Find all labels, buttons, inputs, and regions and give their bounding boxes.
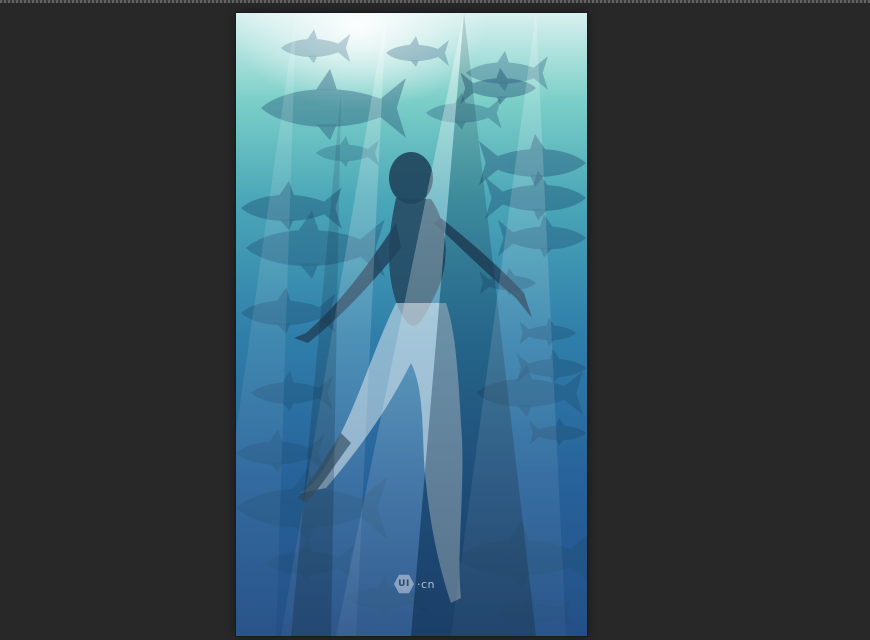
- ruler-strip: [0, 0, 870, 3]
- document-canvas[interactable]: UI ·cn: [236, 13, 587, 636]
- underwater-artwork: [236, 13, 587, 636]
- watermark: UI ·cn: [394, 574, 435, 594]
- editor-workspace: UI ·cn: [0, 0, 870, 640]
- light-beams: [236, 13, 566, 636]
- watermark-text: ·cn: [417, 577, 436, 591]
- watermark-logo-icon: UI: [394, 574, 414, 594]
